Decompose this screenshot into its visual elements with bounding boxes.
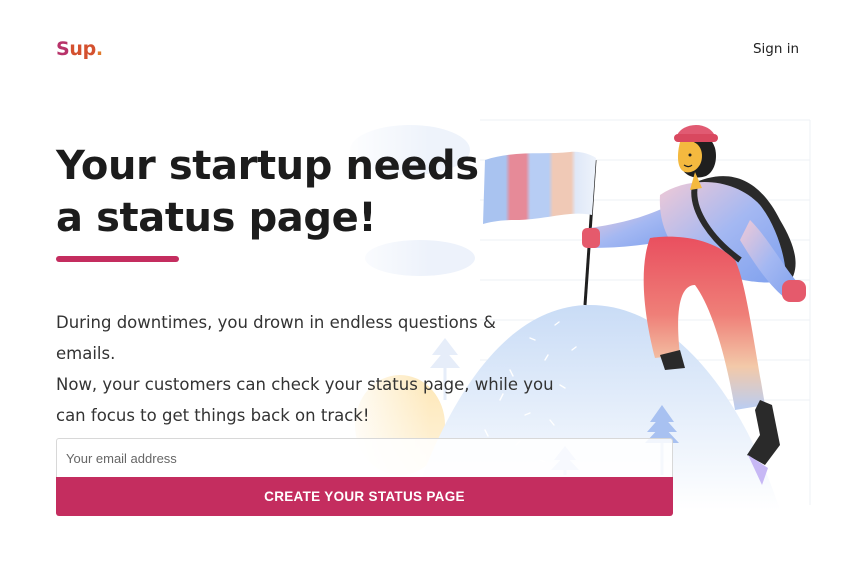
landing-page: Sup. Sign in Your startup needs a status… (0, 0, 850, 580)
hero-description-line-2: Now, your customers can check your statu… (56, 375, 554, 394)
flag-icon (483, 151, 596, 224)
sign-in-link[interactable]: Sign in (753, 41, 799, 57)
logo-letters-up: up (69, 38, 96, 60)
logo-letter-s: S (56, 38, 70, 60)
logo-dot: . (95, 38, 103, 60)
email-input[interactable] (56, 438, 673, 478)
hero-headline: Your startup needs a status page! (56, 140, 496, 244)
hero-description: During downtimes, you drown in endless q… (56, 307, 556, 431)
hero-headline-line-2: a status page! (56, 195, 377, 241)
logo[interactable]: Sup. (56, 38, 103, 60)
hero-headline-line-1: Your startup needs (56, 143, 479, 189)
hero-description-line-3: can focus to get things back on track! (56, 406, 370, 425)
headline-underline (56, 256, 179, 262)
create-status-page-button[interactable]: CREATE YOUR STATUS PAGE (56, 477, 673, 516)
hero-description-line-1: During downtimes, you drown in endless q… (56, 313, 496, 363)
